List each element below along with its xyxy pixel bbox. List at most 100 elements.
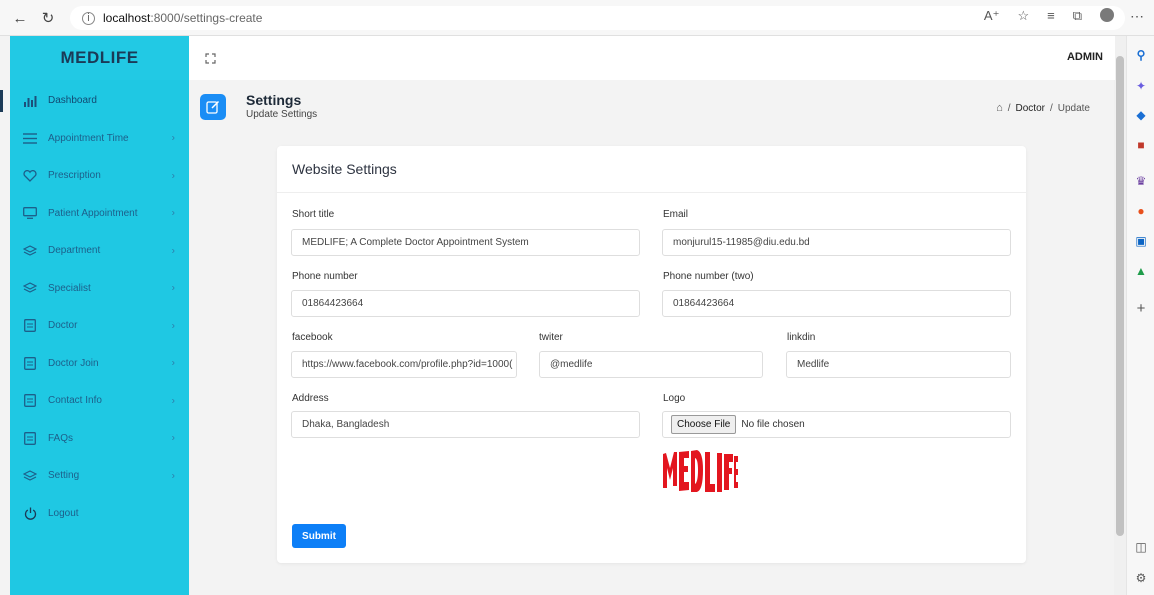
sidebar-toggle-icon[interactable]: ◫ — [1134, 540, 1148, 554]
sidebar-item-label: Department — [48, 245, 101, 257]
back-icon[interactable]: ← — [6, 4, 34, 32]
user-menu[interactable]: ADMIN — [1067, 51, 1103, 63]
facebook-input[interactable]: https://www.facebook.com/profile.php?id=… — [291, 351, 517, 378]
facebook-label: facebook — [292, 332, 333, 343]
file-icon — [22, 431, 38, 445]
sidebar-item-label: Contact Info — [48, 395, 102, 407]
layers-icon — [22, 469, 38, 483]
sidebar-item-label: Doctor — [48, 320, 78, 332]
profile-avatar[interactable] — [1100, 8, 1114, 22]
twitter-input[interactable]: @medlife — [539, 351, 763, 378]
email-input[interactable]: monjurul15-11985@diu.edu.bd — [662, 229, 1011, 256]
settings-icon[interactable]: ⚙ — [1134, 571, 1148, 585]
medlife-logo-image — [663, 450, 738, 492]
choose-file-button[interactable]: Choose File — [671, 415, 737, 434]
file-icon — [22, 356, 38, 370]
home-icon[interactable]: ⌂ — [996, 102, 1003, 114]
list-icon — [22, 131, 38, 145]
sidebar-item-setting[interactable]: Setting › — [10, 457, 189, 495]
info-icon[interactable]: i — [82, 11, 95, 25]
chevron-right-icon: › — [171, 132, 175, 144]
chevron-right-icon: › — [171, 395, 175, 407]
brand-logo[interactable]: MEDLIFE — [10, 36, 189, 80]
linkedin-label: linkdin — [787, 332, 816, 343]
sidebar-item-label: Prescription — [48, 170, 101, 182]
chevron-right-icon: › — [171, 170, 175, 182]
breadcrumb: ⌂ / Doctor / Update — [996, 102, 1090, 114]
sidebar-item-logout[interactable]: Logout — [10, 495, 189, 533]
phone-input[interactable]: 01864423664 — [291, 290, 640, 317]
scroll-thumb[interactable] — [1116, 56, 1124, 536]
breadcrumb-parent[interactable]: Doctor — [1016, 103, 1045, 114]
more-menu-icon[interactable]: ⋯ — [1130, 8, 1144, 25]
sidebar-item-appointment-time[interactable]: Appointment Time › — [10, 120, 189, 158]
layers-icon — [22, 281, 38, 295]
chevron-right-icon: › — [171, 470, 175, 482]
sidebar-item-label: Appointment Time — [48, 132, 129, 144]
file-icon — [22, 394, 38, 408]
office-icon[interactable]: ● — [1134, 204, 1148, 218]
app-sidebar: MEDLIFE Dashboard Appointment Time › Pre… — [0, 36, 189, 595]
heart-icon — [22, 169, 38, 183]
linkedin-input[interactable]: Medlife — [786, 351, 1011, 378]
address-input[interactable]: Dhaka, Bangladesh — [291, 411, 640, 438]
active-indicator — [0, 90, 3, 112]
tools-icon[interactable]: ■ — [1134, 138, 1148, 152]
chevron-right-icon: › — [171, 320, 175, 332]
collections-icon[interactable]: ⧉ — [1073, 8, 1082, 24]
sidebar-item-prescription[interactable]: Prescription › — [10, 157, 189, 195]
chevron-right-icon: › — [171, 432, 175, 444]
twitter-label: twiter — [539, 332, 563, 343]
address-bar[interactable]: i localhost:8000/settings-create — [70, 6, 1125, 30]
url-path: :8000/settings-create — [150, 11, 263, 25]
chevron-right-icon: › — [171, 357, 175, 369]
sidebar-item-label: Logout — [48, 507, 79, 519]
sidebar-item-label: Setting — [48, 470, 80, 482]
card-title: Website Settings — [277, 146, 1026, 193]
file-icon — [22, 319, 38, 333]
sidebar-item-department[interactable]: Department › — [10, 232, 189, 270]
short-title-input[interactable]: MEDLIFE; A Complete Doctor Appointment S… — [291, 229, 640, 256]
page-title: Settings — [246, 92, 302, 108]
favorites-list-icon[interactable]: ≡ — [1047, 8, 1055, 24]
file-status: No file chosen — [741, 419, 805, 430]
phone-two-input[interactable]: 01864423664 — [662, 290, 1011, 317]
page-subtitle: Update Settings — [246, 109, 318, 120]
submit-button[interactable]: Submit — [292, 524, 346, 548]
search-icon[interactable]: ⚲ — [1134, 48, 1148, 62]
page-header: Settings Update Settings — [200, 92, 317, 120]
chevron-right-icon: › — [171, 245, 175, 257]
breadcrumb-current: Update — [1057, 102, 1090, 114]
sidebar-item-patient-appointment[interactable]: Patient Appointment › — [10, 195, 189, 233]
chevron-right-icon: › — [171, 207, 175, 219]
shopping-icon[interactable]: ◆ — [1134, 108, 1148, 122]
monitor-icon — [22, 206, 38, 220]
games-icon[interactable]: ♛ — [1134, 174, 1148, 188]
sidebar-item-doctor-join[interactable]: Doctor Join › — [10, 345, 189, 383]
sidebar-item-specialist[interactable]: Specialist › — [10, 270, 189, 308]
refresh-icon[interactable]: ↻ — [34, 4, 62, 32]
sidebar-item-label: Patient Appointment — [48, 207, 138, 219]
browser-actions: A⁺ ☆ ≡ ⧉ — [984, 8, 1114, 24]
edge-sidebar: ⚲ ✦ ◆ ■ ♛ ● ▣ ▲ + ◫ ⚙ — [1126, 36, 1154, 595]
sidebar-item-label: Dashboard — [48, 95, 97, 107]
breadcrumb-separator: / — [1007, 102, 1011, 114]
page-scrollbar[interactable] — [1114, 36, 1126, 595]
outlook-icon[interactable]: ▣ — [1134, 234, 1148, 248]
url-host: localhost — [103, 11, 151, 25]
sidebar-item-dashboard[interactable]: Dashboard — [0, 82, 189, 120]
sidebar-item-faqs[interactable]: FAQs › — [10, 420, 189, 458]
logo-file-input[interactable]: Choose File No file chosen — [662, 411, 1011, 438]
sidebar-item-contact-info[interactable]: Contact Info › — [10, 382, 189, 420]
read-aloud-icon[interactable]: A⁺ — [984, 8, 1000, 24]
settings-card: Website Settings Short title MEDLIFE; A … — [277, 146, 1026, 563]
tree-icon[interactable]: ▲ — [1134, 264, 1148, 278]
topbar: ADMIN — [189, 36, 1115, 80]
add-icon[interactable]: + — [1134, 300, 1148, 317]
fullscreen-icon[interactable] — [201, 49, 219, 67]
copilot-icon[interactable]: ✦ — [1134, 79, 1148, 93]
sidebar-item-label: FAQs — [48, 432, 74, 444]
edit-icon — [200, 94, 226, 120]
sidebar-item-doctor[interactable]: Doctor › — [10, 307, 189, 345]
favorite-icon[interactable]: ☆ — [1017, 8, 1029, 24]
